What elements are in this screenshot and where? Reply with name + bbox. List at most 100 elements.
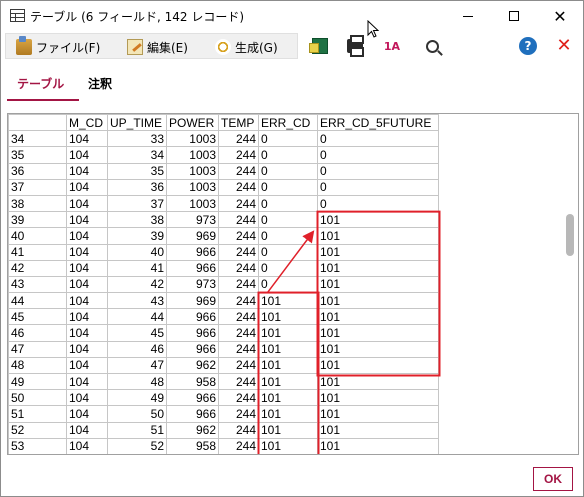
table-cell[interactable]: 104 — [66, 356, 108, 375]
table-row[interactable]: 39 104 38 973 244 0 101 — [8, 211, 439, 229]
table-cell[interactable]: 973 — [166, 211, 219, 229]
table-cell[interactable]: 1003 — [166, 130, 219, 148]
table-cell[interactable]: 51 — [107, 421, 167, 439]
print-button[interactable] — [344, 35, 366, 57]
table-cell[interactable]: 0 — [258, 275, 318, 294]
table-cell[interactable]: 34 — [107, 146, 167, 164]
table-cell[interactable]: 101 — [317, 308, 439, 326]
table-cell[interactable]: 44 — [107, 308, 167, 326]
sort-button[interactable]: 1A — [381, 35, 403, 57]
column-header-m-cd[interactable]: M_CD — [66, 114, 108, 132]
table-row[interactable]: 43 104 42 973 244 0 101 — [8, 275, 439, 294]
table-cell[interactable]: 104 — [66, 162, 108, 180]
table-cell[interactable]: 101 — [317, 259, 439, 277]
table-cell[interactable]: 44 — [8, 292, 67, 310]
table-row[interactable]: 42 104 41 966 244 0 101 — [8, 259, 439, 277]
table-cell[interactable]: 966 — [166, 405, 219, 423]
table-cell[interactable]: 46 — [8, 324, 67, 342]
table-cell[interactable]: 104 — [66, 437, 108, 454]
table-cell[interactable]: 53 — [8, 437, 67, 454]
table-cell[interactable]: 244 — [218, 308, 259, 326]
table-cell[interactable]: 101 — [317, 340, 439, 358]
table-cell[interactable]: 101 — [258, 437, 318, 454]
table-cell[interactable]: 104 — [66, 178, 108, 196]
table-cell[interactable]: 43 — [107, 292, 167, 310]
table-cell[interactable]: 101 — [317, 437, 439, 454]
table-row[interactable]: 35 104 34 1003 244 0 0 — [8, 146, 439, 164]
table-cell[interactable]: 966 — [166, 340, 219, 358]
export-excel-button[interactable] — [309, 35, 331, 57]
table-cell[interactable]: 101 — [317, 243, 439, 261]
table-cell[interactable]: 101 — [258, 308, 318, 326]
table-cell[interactable]: 1003 — [166, 146, 219, 164]
table-cell[interactable]: 101 — [317, 227, 439, 245]
table-cell[interactable]: 244 — [218, 130, 259, 148]
table-cell[interactable]: 0 — [258, 130, 318, 148]
table-cell[interactable]: 52 — [107, 437, 167, 454]
table-cell[interactable]: 101 — [258, 372, 318, 391]
table-cell[interactable]: 104 — [66, 275, 108, 294]
table-row[interactable]: 52 104 51 962 244 101 101 — [8, 421, 439, 439]
table-cell[interactable]: 244 — [218, 421, 259, 439]
table-cell[interactable]: 40 — [8, 227, 67, 245]
table-cell[interactable]: 104 — [66, 194, 108, 213]
table-cell[interactable]: 43 — [8, 275, 67, 294]
table-cell[interactable]: 1003 — [166, 194, 219, 213]
table-row[interactable]: 45 104 44 966 244 101 101 — [8, 308, 439, 326]
table-cell[interactable]: 49 — [8, 372, 67, 391]
table-cell[interactable]: 244 — [218, 389, 259, 407]
table-cell[interactable]: 104 — [66, 324, 108, 342]
menu-edit[interactable]: 編集(E) — [127, 37, 188, 57]
table-cell[interactable]: 966 — [166, 389, 219, 407]
table-cell[interactable]: 40 — [107, 243, 167, 261]
table-cell[interactable]: 104 — [66, 146, 108, 164]
table-cell[interactable]: 42 — [107, 275, 167, 294]
table-cell[interactable]: 0 — [317, 178, 439, 196]
column-header-err-cd-5future[interactable]: ERR_CD_5FUTURE — [317, 114, 439, 132]
table-cell[interactable]: 244 — [218, 146, 259, 164]
table-cell[interactable]: 244 — [218, 405, 259, 423]
table-cell[interactable]: 244 — [218, 178, 259, 196]
table-cell[interactable]: 0 — [258, 211, 318, 229]
table-cell[interactable]: 101 — [317, 292, 439, 310]
table-cell[interactable]: 104 — [66, 372, 108, 391]
table-cell[interactable]: 104 — [66, 389, 108, 407]
table-cell[interactable]: 1003 — [166, 178, 219, 196]
table-cell[interactable]: 101 — [317, 356, 439, 375]
table-cell[interactable]: 101 — [258, 356, 318, 375]
maximize-button[interactable] — [491, 1, 537, 31]
table-cell[interactable]: 36 — [107, 178, 167, 196]
table-cell[interactable]: 47 — [107, 356, 167, 375]
table-cell[interactable]: 0 — [317, 194, 439, 213]
table-cell[interactable]: 244 — [218, 211, 259, 229]
table-cell[interactable]: 0 — [258, 243, 318, 261]
table-cell[interactable]: 244 — [218, 194, 259, 213]
table-cell[interactable]: 966 — [166, 308, 219, 326]
table-cell[interactable]: 0 — [258, 227, 318, 245]
table-cell[interactable]: 966 — [166, 324, 219, 342]
table-cell[interactable]: 34 — [8, 130, 67, 148]
table-cell[interactable]: 962 — [166, 421, 219, 439]
table-row[interactable]: 50 104 49 966 244 101 101 — [8, 389, 439, 407]
table-cell[interactable]: 101 — [258, 340, 318, 358]
menu-generate[interactable]: 生成(G) — [215, 37, 278, 57]
table-cell[interactable]: 101 — [317, 389, 439, 407]
table-cell[interactable]: 244 — [218, 162, 259, 180]
column-header-up-time[interactable]: UP_TIME — [107, 114, 167, 132]
table-cell[interactable]: 1003 — [166, 162, 219, 180]
table-cell[interactable]: 104 — [66, 340, 108, 358]
vertical-scrollbar[interactable] — [562, 114, 578, 454]
tab-table[interactable]: テーブル — [17, 75, 64, 92]
table-cell[interactable]: 49 — [107, 389, 167, 407]
ok-button[interactable]: OK — [533, 467, 573, 491]
table-cell[interactable]: 962 — [166, 356, 219, 375]
table-cell[interactable]: 101 — [317, 275, 439, 294]
table-cell[interactable]: 45 — [8, 308, 67, 326]
table-row[interactable]: 53 104 52 958 244 101 101 — [8, 437, 439, 454]
table-row[interactable]: 48 104 47 962 244 101 101 — [8, 356, 439, 375]
table-cell[interactable]: 101 — [258, 405, 318, 423]
search-button[interactable] — [421, 35, 443, 57]
help-button[interactable]: ? — [517, 35, 539, 57]
table-row[interactable]: 36 104 35 1003 244 0 0 — [8, 162, 439, 180]
table-cell[interactable]: 45 — [107, 324, 167, 342]
